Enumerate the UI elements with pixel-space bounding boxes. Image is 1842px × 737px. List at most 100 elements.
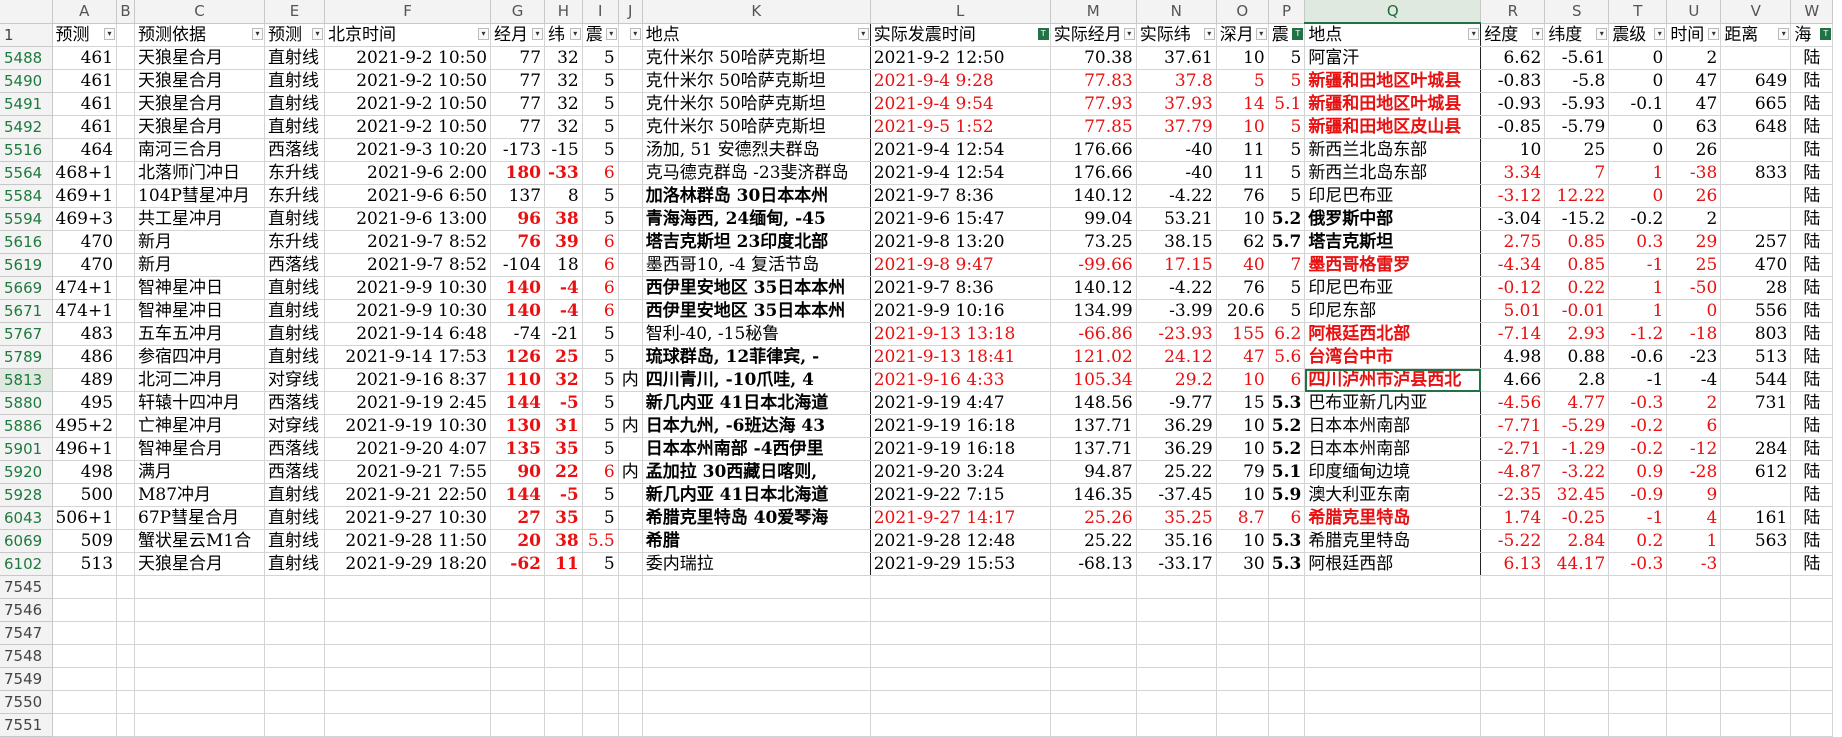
empty-cell[interactable] [1480,667,1546,691]
cell-g[interactable]: 140 [490,299,546,323]
cell-j[interactable] [618,46,643,70]
cell-e[interactable]: 西落线 [264,253,326,277]
cell-s[interactable]: 44.17 [1544,552,1610,576]
cell-j[interactable]: 内 [618,460,643,484]
empty-cell[interactable] [264,621,326,645]
cell-k[interactable]: 青海海西, 24缅甸, -45 [641,207,871,231]
column-header-c[interactable]: C [134,0,266,24]
cell-a[interactable]: 468+1 [52,161,118,185]
empty-cell[interactable] [1720,575,1792,599]
cell-w[interactable]: 陆 [1790,506,1834,530]
cell-s[interactable]: -5.93 [1544,92,1610,116]
cell-w[interactable]: 陆 [1790,138,1834,162]
row-number[interactable]: 7548 [0,644,53,668]
cell-u[interactable]: 2 [1666,46,1722,70]
header-cell-t[interactable]: 震级 ▾ [1608,23,1668,47]
cell-o[interactable]: 62 [1216,230,1269,254]
row-number[interactable]: 5928 [0,483,53,507]
cell-r[interactable]: -4.34 [1480,253,1546,277]
cell-i[interactable]: 5.5 [582,529,619,553]
empty-cell[interactable] [1480,621,1546,645]
cell-k[interactable]: 克马德克群岛 -23斐济群岛 [641,161,871,185]
cell-f[interactable]: 2021-9-16 8:37 [324,368,492,392]
cell-k[interactable]: 希腊 [641,529,871,553]
cell-p[interactable]: 5 [1268,115,1306,139]
row-number[interactable]: 5564 [0,161,53,185]
row-number[interactable]: 7549 [0,667,53,691]
cell-u[interactable]: -50 [1666,276,1722,300]
cell-j[interactable] [618,299,643,323]
cell-r[interactable]: -4.87 [1480,460,1546,484]
cell-a[interactable]: 496+1 [52,437,118,461]
header-cell-a[interactable]: 预测 ▾ [52,23,118,47]
cell-w[interactable]: 陆 [1790,46,1834,70]
cell-v[interactable] [1720,483,1792,507]
empty-cell[interactable] [642,598,871,622]
cell-l[interactable]: 2021-9-16 4:33 [870,368,1051,392]
cell-c[interactable]: 天狼星合月 [134,552,266,576]
cell-k[interactable]: 克什米尔 50哈萨克斯坦 [641,115,871,139]
cell-q[interactable]: 日本本州南部 [1304,414,1482,438]
cell-w[interactable]: 陆 [1790,230,1834,254]
cell-j[interactable] [618,437,643,461]
row-number[interactable]: 5789 [0,345,53,369]
row-number[interactable]: 6102 [0,552,53,576]
cell-q[interactable]: 新西兰北岛东部 [1304,138,1482,162]
cell-v[interactable] [1720,138,1792,162]
cell-c[interactable]: 智神星合月 [134,437,266,461]
cell-s[interactable]: 7 [1544,161,1610,185]
cell-w[interactable]: 陆 [1790,483,1834,507]
cell-t[interactable]: 1 [1608,276,1668,300]
filter-dropdown-icon[interactable]: ▾ [1123,27,1135,40]
cell-e[interactable]: 东升线 [264,184,326,208]
empty-cell[interactable] [1136,598,1217,622]
cell-f[interactable]: 2021-9-6 6:50 [324,184,492,208]
cell-j[interactable] [618,322,643,346]
cell-p[interactable]: 5 [1268,276,1306,300]
cell-j[interactable] [618,276,643,300]
cell-u[interactable]: 2 [1666,391,1722,415]
cell-e[interactable]: 直射线 [264,322,326,346]
cell-i[interactable]: 6 [582,460,619,484]
empty-cell[interactable] [134,644,266,668]
empty-cell[interactable] [1608,621,1668,645]
cell-l[interactable]: 2021-9-8 13:20 [870,230,1051,254]
header-cell-n[interactable]: 实际纬 ▾ [1136,23,1217,47]
empty-cell[interactable] [1666,575,1722,599]
empty-cell[interactable] [1268,644,1306,668]
cell-u[interactable]: 9 [1666,483,1722,507]
cell-k[interactable]: 克什米尔 50哈萨克斯坦 [641,92,871,116]
cell-u[interactable]: 26 [1666,184,1722,208]
empty-cell[interactable] [490,598,546,622]
empty-cell[interactable] [1720,598,1792,622]
cell-o[interactable]: 79 [1216,460,1269,484]
cell-u[interactable]: 1 [1666,529,1722,553]
cell-u[interactable]: 63 [1666,115,1722,139]
cell-h[interactable]: -33 [544,161,583,185]
cell-q[interactable]: 阿根廷西北部 [1304,322,1482,346]
row-number[interactable]: 5488 [0,46,53,70]
empty-cell[interactable] [870,621,1051,645]
cell-p[interactable]: 6 [1268,506,1306,530]
cell-q[interactable]: 印尼东部 [1304,299,1482,323]
cell-u[interactable]: 47 [1666,92,1722,116]
cell-i[interactable]: 6 [582,161,619,185]
cell-f[interactable]: 2021-9-28 11:50 [324,529,492,553]
empty-cell[interactable] [582,575,619,599]
header-cell-w[interactable]: 海T [1790,23,1834,47]
cell-k[interactable]: 新几内亚 41日本北海道 [641,391,871,415]
cell-r[interactable]: -4.56 [1480,391,1546,415]
cell-g[interactable]: 77 [490,115,546,139]
empty-cell[interactable] [1268,690,1306,714]
empty-cell[interactable] [1480,690,1546,714]
empty-cell[interactable] [1720,621,1792,645]
cell-t[interactable]: -1 [1608,506,1668,530]
cell-v[interactable]: 731 [1720,391,1792,415]
cell-a[interactable]: 474+1 [52,299,118,323]
cell-j[interactable] [618,207,643,231]
cell-t[interactable]: 0.9 [1608,460,1668,484]
cell-j[interactable] [618,253,643,277]
cell-e[interactable]: 西落线 [264,460,326,484]
cell-b[interactable] [116,230,136,254]
empty-cell[interactable] [1666,667,1722,691]
